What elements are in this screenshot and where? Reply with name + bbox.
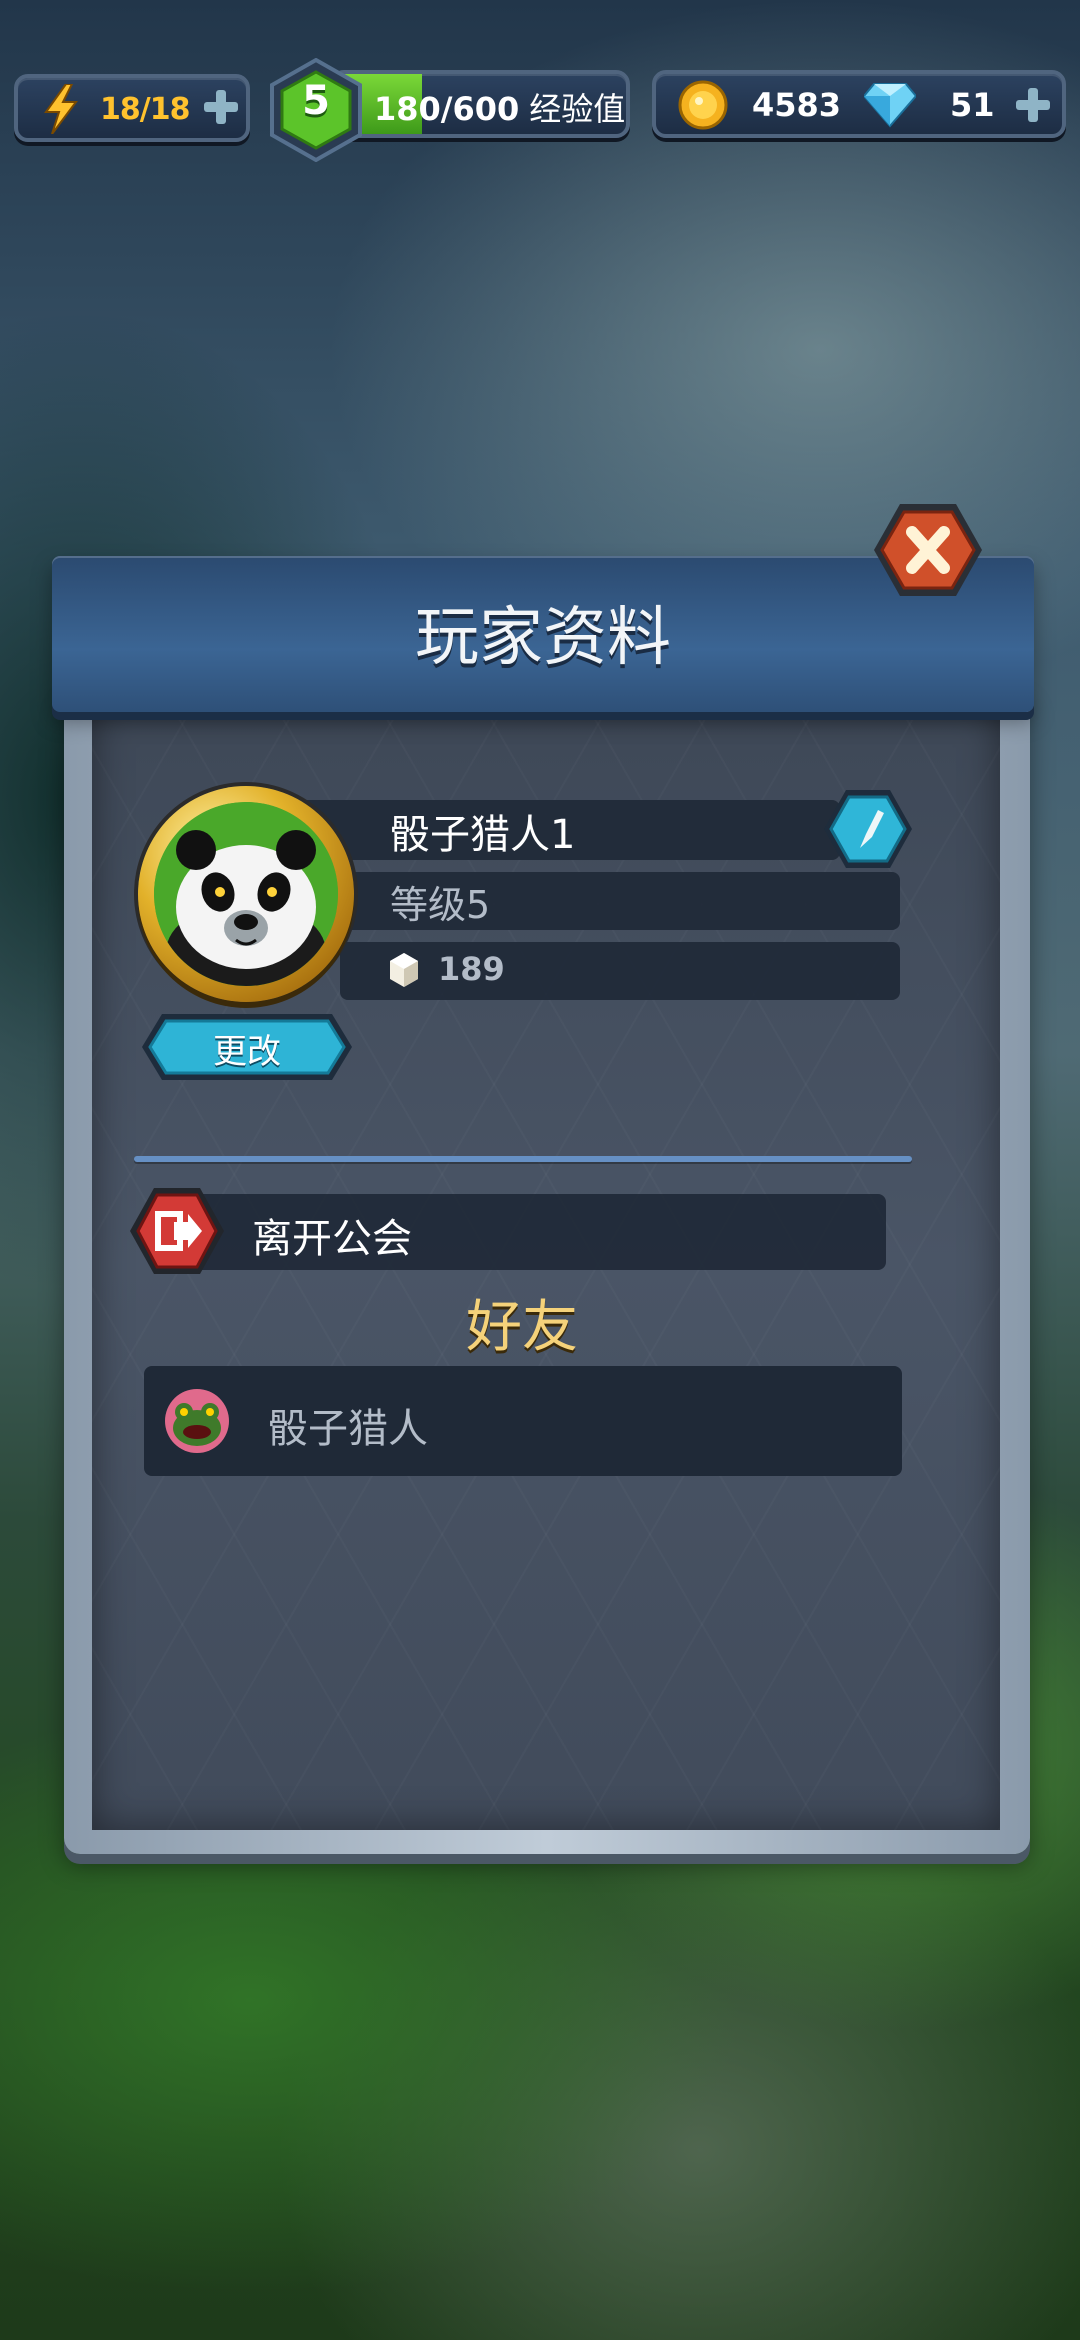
- section-divider: [134, 1156, 912, 1162]
- avatar: [154, 802, 338, 986]
- close-icon[interactable]: [872, 500, 984, 600]
- coin-count: 4583: [752, 86, 842, 124]
- player-stat-value: 189: [438, 950, 505, 988]
- xp-bar: 180/600 经验值: [330, 70, 630, 138]
- friend-list-item[interactable]: [144, 1366, 902, 1476]
- leave-guild-label: 离开公会: [252, 1216, 412, 1262]
- player-level-text: 等级5: [390, 883, 491, 927]
- change-avatar-label: 更改: [213, 1032, 281, 1072]
- gold-coin-icon: [678, 80, 728, 130]
- energy-value: 18/18: [100, 92, 190, 127]
- player-name: 骰子猎人1: [390, 812, 576, 858]
- pencil-icon[interactable]: [822, 788, 914, 870]
- gem-count: 51: [950, 86, 995, 124]
- white-cube-icon: [390, 953, 418, 987]
- add-currency-plus-icon[interactable]: [1016, 88, 1050, 122]
- player-stat-row: [340, 942, 900, 1000]
- xp-value: 180/600: [374, 90, 520, 128]
- energy-counter[interactable]: 18/18: [14, 74, 250, 142]
- player-level-badge: 5: [302, 78, 330, 124]
- friend-name: 骰子猎人: [268, 1406, 428, 1452]
- lightning-bolt-icon: [44, 84, 78, 134]
- exit-door-icon[interactable]: [128, 1186, 226, 1276]
- currency-bar[interactable]: 4583 51: [652, 70, 1066, 138]
- diamond-icon: [864, 83, 916, 128]
- panda-avatar-icon: [154, 802, 338, 986]
- friends-heading: 好友: [466, 1295, 578, 1360]
- frog-avatar-icon: [165, 1389, 229, 1453]
- add-energy-plus-icon[interactable]: [204, 90, 238, 124]
- xp-label: 经验值: [529, 90, 626, 128]
